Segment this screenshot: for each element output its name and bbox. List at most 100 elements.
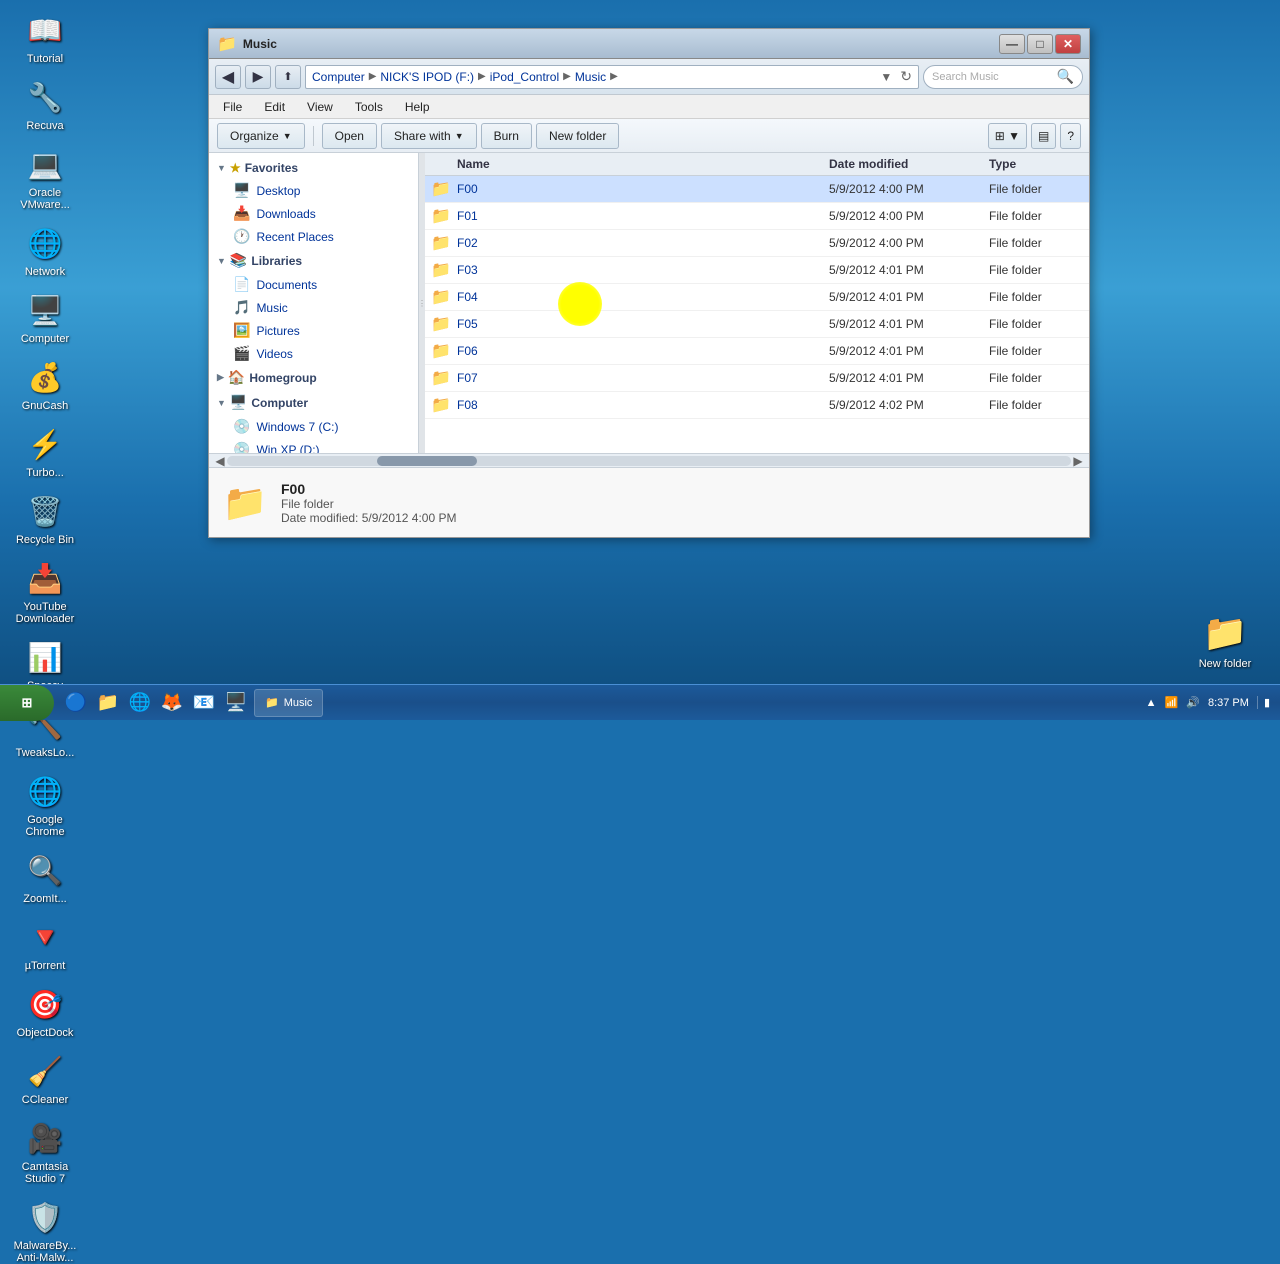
search-box[interactable]: Search Music 🔍 [923, 65, 1083, 89]
scrollbar-thumb[interactable] [377, 456, 477, 466]
speccy-icon: 📊 [25, 637, 65, 677]
desktop-icon-chrome[interactable]: 🌐 GoogleChrome [10, 771, 80, 838]
menu-file[interactable]: File [213, 98, 252, 116]
help-pane-button[interactable]: ? [1060, 123, 1081, 149]
menu-tools[interactable]: Tools [345, 98, 393, 116]
file-row[interactable]: 📁 F04 5/9/2012 4:01 PM File folder [425, 284, 1089, 311]
nav-section-computer[interactable]: ▼ 🖥️ Computer [209, 390, 418, 415]
taskbar-clock[interactable]: 8:37 PM [1208, 697, 1249, 709]
taskbar: ⊞ 🔵 📁 🌐 🦊 📧 🖥️ 📁 Music ▲ 📶 🔊 8:37 PM ▮ [0, 684, 1280, 720]
nav-item-downloads[interactable]: 📥 Downloads [209, 202, 418, 225]
desktop-icon-camtasia[interactable]: 🎥 CamtasiaStudio 7 [10, 1118, 80, 1185]
forward-button[interactable]: ▶ [245, 65, 271, 89]
desktop-icon-tutorial[interactable]: 📖 Tutorial [10, 10, 80, 65]
file-row[interactable]: 📁 F06 5/9/2012 4:01 PM File folder [425, 338, 1089, 365]
nav-item-desktop[interactable]: 🖥️ Desktop [209, 179, 418, 202]
tray-volume-icon[interactable]: 🔊 [1186, 696, 1200, 709]
taskbar-icon-folder[interactable]: 📁 [94, 689, 122, 717]
maximize-button[interactable]: □ [1027, 34, 1053, 54]
desktop-icon-ccleaner[interactable]: 🧹 CCleaner [10, 1051, 80, 1106]
tray-show-desktop-icon[interactable]: ▮ [1257, 696, 1270, 709]
addr-part-ipodcontrol[interactable]: iPod_Control [490, 70, 559, 84]
desktop-icon-zoomit[interactable]: 🔍 ZoomIt... [10, 850, 80, 905]
start-button[interactable]: ⊞ [0, 685, 54, 721]
desktop-icon-objectdock[interactable]: 🎯 ObjectDock [10, 984, 80, 1039]
tray-network-icon[interactable]: 📶 [1165, 696, 1179, 709]
taskbar-icon-rdp[interactable]: 🖥️ [222, 689, 250, 717]
file-row[interactable]: 📁 F01 5/9/2012 4:00 PM File folder [425, 203, 1089, 230]
share-with-button[interactable]: Share with ▼ [381, 123, 477, 149]
file-row-name: F00 [457, 182, 829, 196]
nav-item-videos[interactable]: 🎬 Videos [209, 342, 418, 365]
organize-button[interactable]: Organize ▼ [217, 123, 305, 149]
open-button[interactable]: Open [322, 123, 377, 149]
taskbar-icon-ie[interactable]: 🔵 [62, 689, 90, 717]
addr-part-music[interactable]: Music [575, 70, 606, 84]
minimize-button[interactable]: — [999, 34, 1025, 54]
file-row[interactable]: 📁 F05 5/9/2012 4:01 PM File folder [425, 311, 1089, 338]
nav-item-recent-places[interactable]: 🕐 Recent Places [209, 225, 418, 248]
menu-edit[interactable]: Edit [254, 98, 295, 116]
desktop-icon-oracle[interactable]: 💻 OracleVMware... [10, 144, 80, 211]
file-row[interactable]: 📁 F07 5/9/2012 4:01 PM File folder [425, 365, 1089, 392]
tray-show-hidden-icon[interactable]: ▲ [1146, 697, 1157, 709]
nav-item-windows7[interactable]: 💿 Windows 7 (C:) [209, 415, 418, 438]
desktop-icon-recycle[interactable]: 🗑️ Recycle Bin [10, 491, 80, 546]
file-row[interactable]: 📁 F03 5/9/2012 4:01 PM File folder [425, 257, 1089, 284]
addr-part-ipod[interactable]: NICK'S IPOD (F:) [380, 70, 474, 84]
nav-section-homegroup[interactable]: ▶ 🏠 Homegroup [209, 365, 418, 390]
new-folder-button[interactable]: New folder [536, 123, 619, 149]
menu-view[interactable]: View [297, 98, 343, 116]
desktop-icon-gnucash[interactable]: 💰 GnuCash [10, 357, 80, 412]
file-row[interactable]: 📁 F02 5/9/2012 4:00 PM File folder [425, 230, 1089, 257]
file-row-type: File folder [989, 236, 1089, 250]
horizontal-scrollbar[interactable]: ◀ ▶ [209, 453, 1089, 467]
file-row-date: 5/9/2012 4:01 PM [829, 317, 989, 331]
search-icon[interactable]: 🔍 [1057, 68, 1074, 85]
taskbar-icon-mail[interactable]: 📧 [190, 689, 218, 717]
nav-section-favorites[interactable]: ▼ ★ Favorites [209, 157, 418, 179]
desktop-icon-computer[interactable]: 🖥️ Computer [10, 290, 80, 345]
desktop-icon-new-folder-right[interactable]: 📁 New folder [1190, 612, 1260, 670]
desktop-icon-youtube[interactable]: 📥 YouTubeDownloader [10, 558, 80, 625]
taskbar-open-music[interactable]: 📁 Music [254, 689, 323, 717]
col-header-date[interactable]: Date modified [829, 157, 989, 171]
layout-toggle-button[interactable]: ▤ [1031, 123, 1056, 149]
taskbar-icon-ff[interactable]: 🦊 [158, 689, 186, 717]
burn-button[interactable]: Burn [481, 123, 532, 149]
back-button[interactable]: ◀ [215, 65, 241, 89]
windows7-nav-icon: 💿 [233, 418, 250, 435]
taskbar-icon-ie2[interactable]: 🌐 [126, 689, 154, 717]
addr-part-computer[interactable]: Computer [312, 70, 365, 84]
nav-item-winxp[interactable]: 💿 Win XP (D:) [209, 438, 418, 453]
col-header-name[interactable]: Name [425, 157, 829, 171]
address-dropdown-btn[interactable]: ▼ [880, 70, 892, 84]
recycle-bin-icon: 🗑️ [25, 491, 65, 531]
nav-item-pictures[interactable]: 🖼️ Pictures [209, 319, 418, 342]
scroll-left-button[interactable]: ◀ [213, 454, 227, 468]
nav-section-libraries[interactable]: ▼ 📚 Libraries [209, 248, 418, 273]
up-button[interactable]: ⬆ [275, 65, 301, 89]
libraries-nav-icon: 📚 [230, 252, 247, 269]
desktop-icon-malware[interactable]: 🛡️ MalwareBy...Anti-Malw... [10, 1197, 80, 1264]
ccleaner-icon: 🧹 [25, 1051, 65, 1091]
desktop-icon-network[interactable]: 🌐 Network [10, 223, 80, 278]
file-row[interactable]: 📁 F00 5/9/2012 4:00 PM File folder [425, 176, 1089, 203]
desktop-icon-turbo[interactable]: ⚡ Turbo... [10, 424, 80, 479]
desktop-icon-utorrent[interactable]: 🔻 µTorrent [10, 917, 80, 972]
file-row[interactable]: 📁 F08 5/9/2012 4:02 PM File folder [425, 392, 1089, 419]
menu-help[interactable]: Help [395, 98, 440, 116]
network-icon: 🌐 [25, 223, 65, 263]
view-mode-button[interactable]: ⊞ ▼ [988, 123, 1027, 149]
start-icon: ⊞ [22, 695, 33, 711]
nav-item-music[interactable]: 🎵 Music [209, 296, 418, 319]
col-header-type[interactable]: Type [989, 157, 1089, 171]
utorrent-icon: 🔻 [25, 917, 65, 957]
desktop-icon-recuva[interactable]: 🔧 Recuva [10, 77, 80, 132]
nav-item-documents[interactable]: 📄 Documents [209, 273, 418, 296]
address-refresh-btn[interactable]: ↻ [900, 68, 912, 85]
explorer-window: 📁 Music — □ ✕ ◀ ▶ ⬆ Computer ▶ NICK'S IP… [208, 28, 1090, 538]
scroll-right-button[interactable]: ▶ [1071, 454, 1085, 468]
address-bar[interactable]: Computer ▶ NICK'S IPOD (F:) ▶ iPod_Contr… [305, 65, 919, 89]
close-button[interactable]: ✕ [1055, 34, 1081, 54]
